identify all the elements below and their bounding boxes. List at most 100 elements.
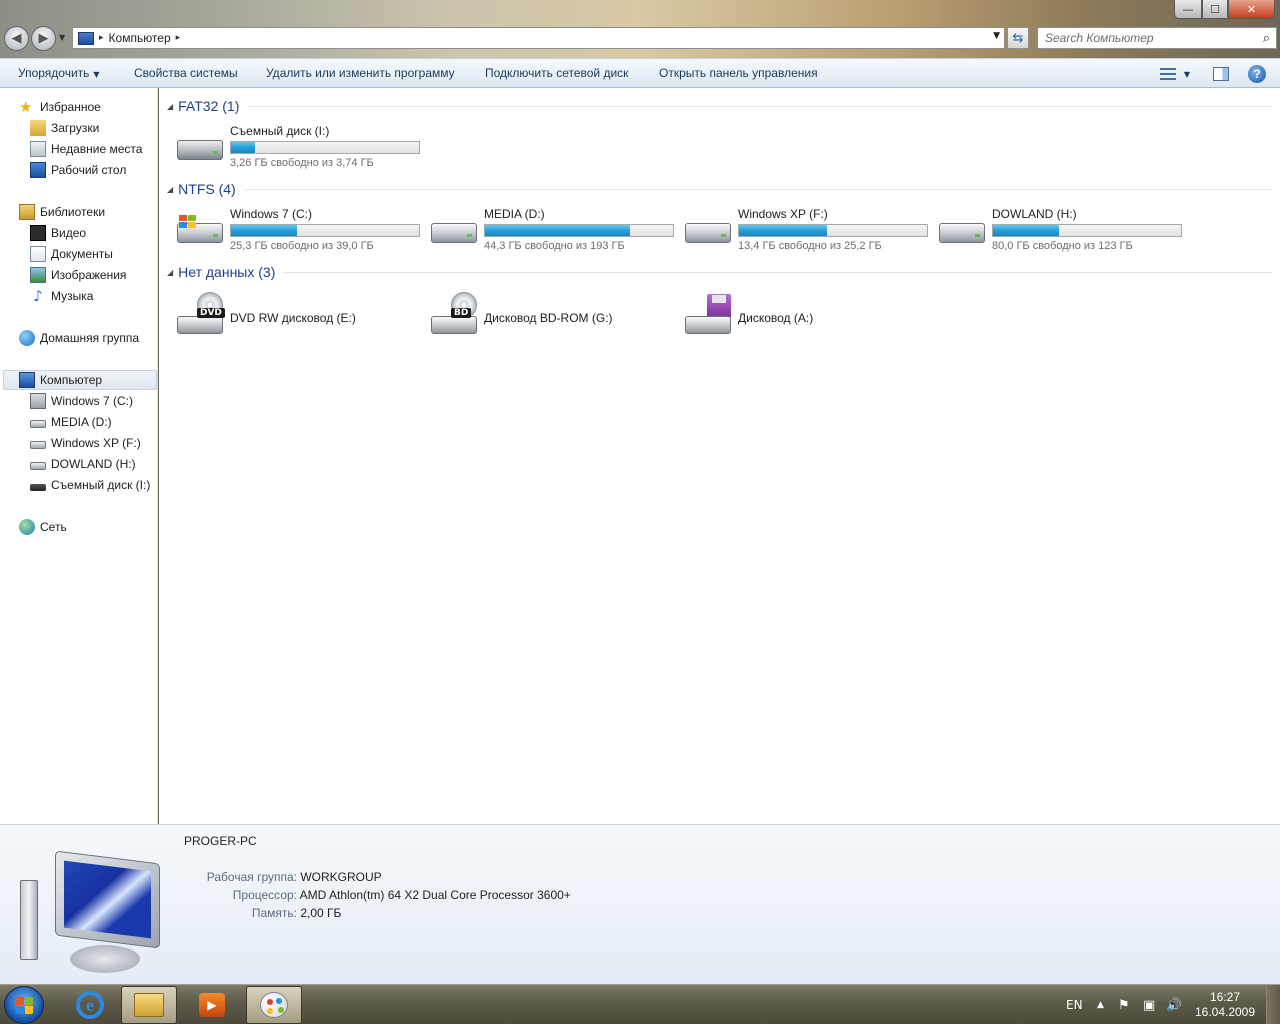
drive-item-c[interactable]: Windows 7 (C:) 25,3 ГБ свободно из 39,0 … [177,205,429,253]
computer-icon [78,31,94,45]
processor-label: Процессор: [232,888,297,902]
search-box[interactable]: ⌕ [1037,27,1277,49]
taskbar-media-player[interactable]: ▶ [184,986,240,1024]
chevron-up-icon: ▲ [1097,1000,1104,1010]
views-icon [1160,67,1176,81]
organize-button[interactable]: Упорядочить ▼ [18,66,100,80]
minimize-button[interactable]: — [1174,0,1202,19]
sidebar-item-documents[interactable]: Документы [30,244,113,264]
taskbar-clock[interactable]: 16:27 16.04.2009 [1190,990,1260,1020]
forward-button[interactable]: ▶ [31,26,56,51]
breadcrumb-separator-icon[interactable]: ▸ [176,33,181,43]
sidebar-item-music[interactable]: ♪ Музыка [30,286,93,306]
sidebar-item-network[interactable]: Сеть [19,517,67,537]
show-desktop-button[interactable] [1266,985,1280,1024]
drive-free-space: 25,3 ГБ свободно из 39,0 ГБ [230,240,374,252]
sidebar-item-drive-d[interactable]: MEDIA (D:) [30,412,112,432]
documents-library-icon [30,246,46,262]
language-indicator[interactable]: EN [1066,985,1083,1024]
monitor-icon [55,850,160,949]
sidebar-item-drive-c[interactable]: Windows 7 (C:) [30,391,133,411]
collapse-triangle-icon[interactable]: ◢ [167,185,173,194]
hard-drive-icon [431,215,477,245]
drive-item-d[interactable]: MEDIA (D:) 44,3 ГБ свободно из 193 ГБ [431,205,683,253]
sidebar-item-pictures[interactable]: Изображения [30,265,126,285]
address-bar[interactable]: ▸ Компьютер ▸ ▼ [72,27,1005,49]
sidebar-item-recent-places[interactable]: Недавние места [30,139,142,159]
clock-date: 16.04.2009 [1194,1005,1256,1019]
map-network-drive-button[interactable]: Подключить сетевой диск [485,66,628,80]
group-header-ntfs[interactable]: ◢ NTFS (4) [167,179,1272,199]
command-bar: Упорядочить ▼ Свойства системы Удалить ил… [0,58,1280,88]
paint-palette-icon [260,992,288,1018]
address-history-dropdown-icon[interactable]: ▼ [993,31,1000,41]
sidebar-item-drive-h[interactable]: DOWLAND (H:) [30,454,136,474]
chevron-down-icon: ▼ [93,70,100,79]
sidebar-item-label: Съемный диск (I:) [51,478,151,492]
sidebar-item-favorites[interactable]: ★ Избранное [19,97,101,117]
system-properties-button[interactable]: Свойства системы [134,66,238,80]
sidebar-item-drive-i[interactable]: Съемный диск (I:) [30,475,150,495]
collapse-triangle-icon[interactable]: ◢ [167,102,173,111]
taskbar-internet-explorer[interactable]: e [62,986,118,1024]
sidebar-item-drive-f[interactable]: Windows XP (F:) [30,433,141,453]
view-options-dropdown[interactable]: ▼ [1181,64,1193,84]
network-status-icon[interactable]: ▣ [1143,985,1155,1024]
sidebar-item-video[interactable]: Видео [30,223,86,243]
sidebar-item-label: Рабочий стол [51,163,127,177]
action-center-flag-icon[interactable]: ⚑ [1118,985,1130,1024]
refresh-button[interactable]: ⇆ [1007,27,1029,49]
video-library-icon [30,225,46,241]
search-icon[interactable]: ⌕ [1263,31,1270,46]
removable-drive-icon [177,132,223,162]
breadcrumb-computer[interactable]: Компьютер [109,31,171,45]
back-button[interactable]: ◀ [4,26,29,51]
drive-item-i[interactable]: Съемный диск (I:) 3,26 ГБ свободно из 3,… [177,122,429,170]
sidebar-item-libraries[interactable]: Библиотеки [19,202,105,222]
drive-name: MEDIA (D:) [484,207,545,221]
start-button[interactable] [4,986,44,1024]
sidebar-item-downloads[interactable]: Загрузки [30,118,99,138]
collapse-triangle-icon[interactable]: ◢ [167,268,173,277]
show-hidden-icons-button[interactable]: ▲ [1097,985,1104,1024]
sidebar-item-computer[interactable]: Компьютер [3,370,157,390]
workgroup-label: Рабочая группа: [206,870,297,884]
drive-free-space: 3,26 ГБ свободно из 3,74 ГБ [230,157,374,169]
drive-item-h[interactable]: DOWLAND (H:) 80,0 ГБ свободно из 123 ГБ [939,205,1191,253]
open-control-panel-button[interactable]: Открыть панель управления [659,66,818,80]
optical-drive-icon [431,316,477,334]
breadcrumb-separator-icon[interactable]: ▸ [99,33,104,43]
hard-drive-icon [30,420,46,428]
window-controls: — ☐ ✕ [1174,0,1275,19]
drive-usage-bar [992,224,1182,237]
preview-pane-button[interactable] [1211,64,1231,84]
drive-item-bd[interactable]: BD Дисковод BD-ROM (G:) [431,290,683,340]
drive-name: Дисковод BD-ROM (G:) [484,311,613,325]
taskbar-windows-explorer[interactable] [121,986,177,1024]
recent-pages-dropdown[interactable]: ▼ [59,33,65,42]
organize-label: Упорядочить [18,66,90,80]
maximize-button[interactable]: ☐ [1202,0,1228,19]
drive-item-f[interactable]: Windows XP (F:) 13,4 ГБ свободно из 25,2… [685,205,937,253]
sidebar-item-label: Windows XP (F:) [51,436,141,450]
recent-places-icon [30,141,46,157]
taskbar-paint[interactable] [246,986,302,1024]
help-button[interactable]: ? [1247,64,1267,84]
window-titlebar: — ☐ ✕ ◀ ▶ ▼ ▸ Компьютер ▸ ▼ ⇆ ⌕ [0,0,1280,58]
sidebar-item-homegroup[interactable]: Домашняя группа [19,328,139,348]
close-button[interactable]: ✕ [1228,0,1275,19]
volume-icon[interactable]: 🔊 [1166,985,1182,1024]
sidebar-item-desktop[interactable]: Рабочий стол [30,160,126,180]
group-header-no-data[interactable]: ◢ Нет данных (3) [167,262,1272,282]
drive-name: DVD RW дисковод (E:) [230,311,356,325]
drive-item-dvd[interactable]: DVD DVD RW дисковод (E:) [177,290,429,340]
sidebar-item-label: Windows 7 (C:) [51,394,134,408]
change-view-button[interactable] [1158,64,1178,84]
search-input[interactable] [1038,31,1248,45]
group-header-fat32[interactable]: ◢ FAT32 (1) [167,96,1272,116]
drive-item-floppy[interactable]: Дисковод (A:) [685,290,937,340]
uninstall-program-button[interactable]: Удалить или изменить программу [266,66,455,80]
downloads-folder-icon [30,120,46,136]
bd-badge: BD [451,308,472,318]
sidebar-item-label: Загрузки [51,121,100,135]
